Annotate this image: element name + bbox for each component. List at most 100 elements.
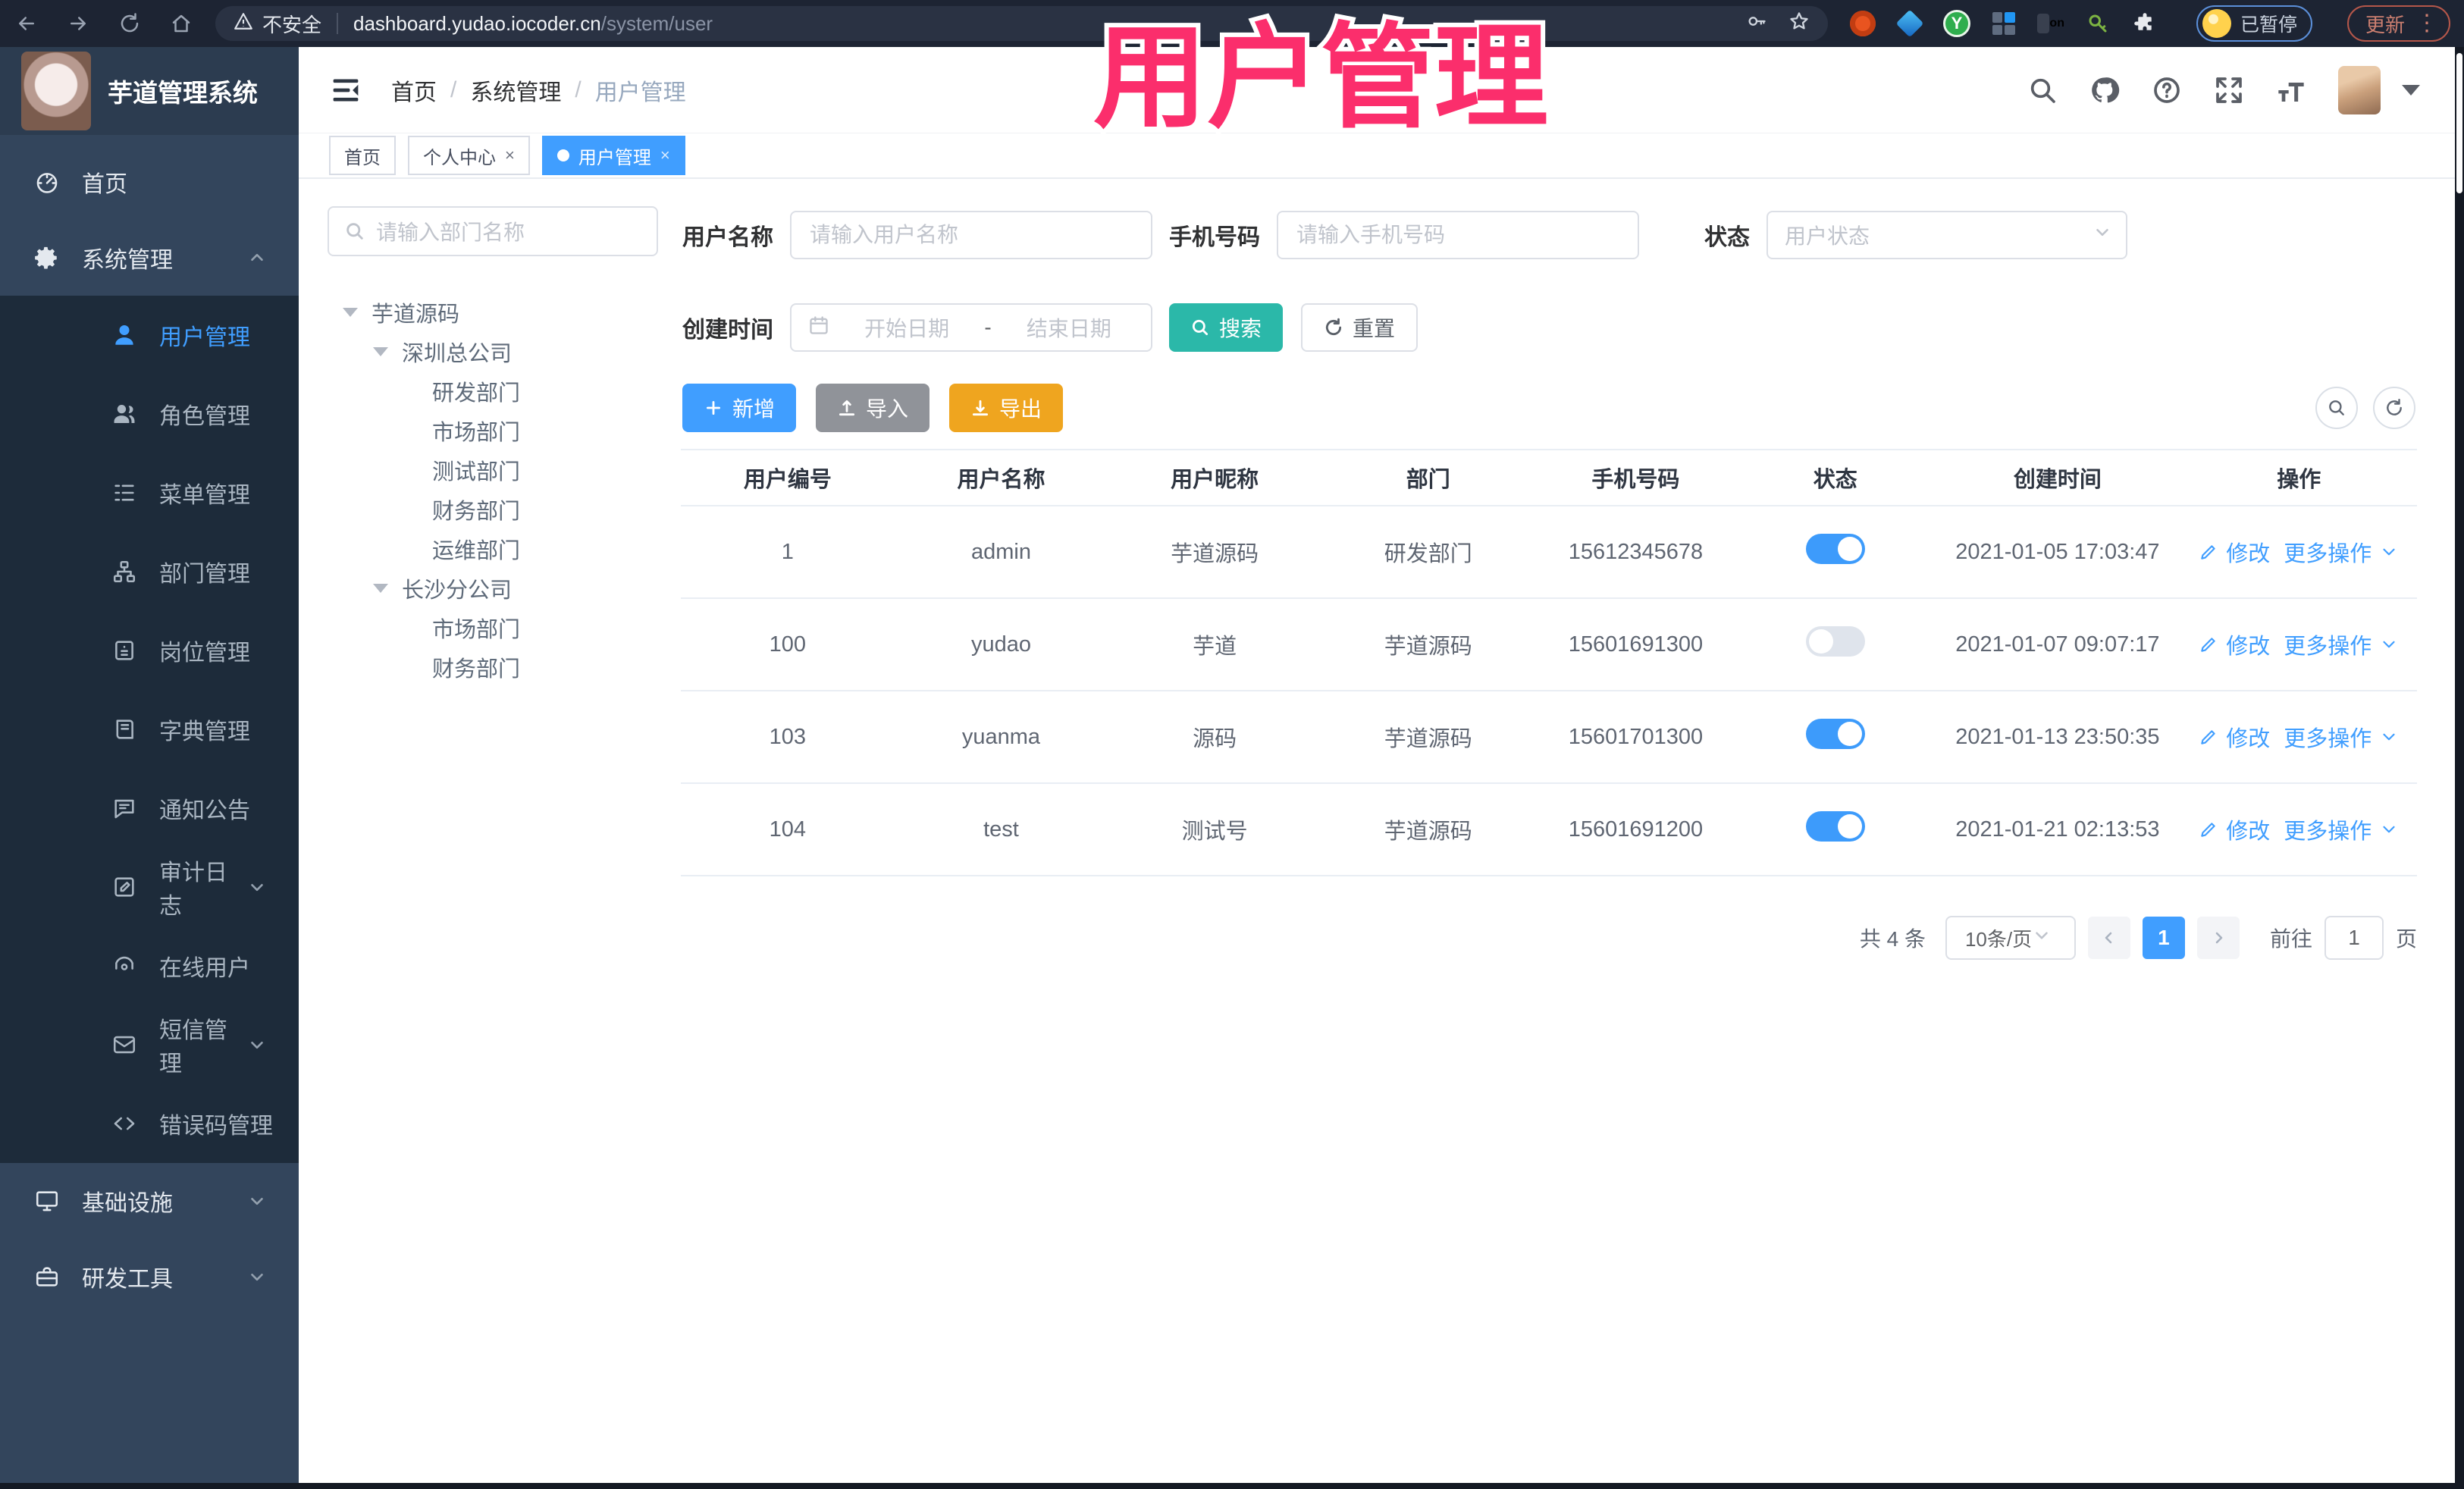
sidebar-item[interactable]: 岗位管理 <box>0 611 299 690</box>
tree-node[interactable]: 市场部门 <box>328 411 666 450</box>
user-avatar[interactable] <box>2338 65 2381 114</box>
tree-node[interactable]: 运维部门 <box>328 529 666 569</box>
extension-drop-icon[interactable] <box>1895 9 1924 38</box>
github-icon[interactable] <box>2089 75 2120 105</box>
tag-tab[interactable]: 用户管理 × <box>541 136 685 175</box>
sidebar-item[interactable]: 系统管理 <box>0 220 299 296</box>
font-size-icon[interactable] <box>2276 75 2306 105</box>
more-actions-link[interactable]: 更多操作 <box>2284 536 2372 568</box>
sidebar-item[interactable]: 部门管理 <box>0 532 299 611</box>
sidebar-item[interactable]: 在线用户 <box>0 926 299 1005</box>
sidebar-item[interactable]: 审计日志 <box>0 848 299 926</box>
status-toggle[interactable] <box>1805 811 1865 842</box>
extension-grid-icon[interactable] <box>1990 10 2017 37</box>
current-page-button[interactable]: 1 <box>2142 917 2185 959</box>
status-toggle[interactable] <box>1805 719 1865 749</box>
update-label[interactable]: 更新 <box>2365 10 2405 38</box>
more-actions-link[interactable]: 更多操作 <box>2284 721 2372 753</box>
status-toggle[interactable] <box>1805 626 1865 657</box>
extensions-puzzle-icon[interactable] <box>2131 10 2158 37</box>
back-icon[interactable] <box>14 11 39 36</box>
reload-icon[interactable] <box>117 11 143 36</box>
sidebar-item[interactable]: 研发工具 <box>0 1239 299 1315</box>
tree-node[interactable]: 测试部门 <box>328 450 666 490</box>
url-path[interactable]: /system/user <box>601 12 713 36</box>
scrollbar-thumb[interactable] <box>2456 53 2462 193</box>
edit-link[interactable]: 修改 <box>2226 721 2270 753</box>
status-toggle[interactable] <box>1805 534 1865 564</box>
breadcrumb-item[interactable]: 系统管理 <box>470 74 561 107</box>
tree-node[interactable]: 芋道源码 <box>328 293 666 332</box>
close-tab-icon[interactable]: × <box>505 146 515 165</box>
not-secure-label[interactable]: 不安全 <box>262 10 321 38</box>
tree-node[interactable]: 深圳总公司 <box>328 332 666 371</box>
extension-y-icon[interactable]: Y <box>1942 10 1970 37</box>
pagination: 共 4 条 10条/页 1 前往 1 页 <box>681 916 2417 960</box>
search-icon[interactable] <box>2027 75 2058 105</box>
date-range-input[interactable]: 开始日期 - 结束日期 <box>790 303 1152 352</box>
sidebar-item[interactable]: 字典管理 <box>0 690 299 769</box>
browser-update-chip[interactable]: 更新 ⋮ <box>2346 5 2450 42</box>
edit-link[interactable]: 修改 <box>2226 629 2270 660</box>
breadcrumb-item[interactable]: 用户管理 <box>595 74 686 107</box>
more-actions-link[interactable]: 更多操作 <box>2284 813 2372 845</box>
next-page-button[interactable] <box>2196 917 2240 959</box>
extension-on-icon[interactable]: on <box>2036 10 2064 37</box>
add-button[interactable]: 新增 <box>682 384 797 432</box>
extension-key-icon[interactable] <box>2084 10 2111 37</box>
extension-ubuntu-icon[interactable] <box>1849 10 1876 37</box>
page-size-select[interactable]: 10条/页 <box>1945 916 2076 960</box>
sidebar-item[interactable]: 用户管理 <box>0 296 299 375</box>
status-select[interactable]: 用户状态 <box>1766 211 2127 259</box>
not-secure-icon <box>234 11 253 36</box>
tag-tab[interactable]: 首页 <box>329 136 396 175</box>
reset-button[interactable]: 重置 <box>1301 303 1419 352</box>
sidebar-fold-icon[interactable] <box>329 75 362 105</box>
import-button[interactable]: 导入 <box>816 384 930 432</box>
password-key-icon[interactable] <box>1746 11 1767 37</box>
url-bar[interactable]: 不安全 dashboard.yudao.iocoder.cn /system/u… <box>215 6 1828 41</box>
help-icon[interactable] <box>2152 75 2182 105</box>
tree-node[interactable]: 财务部门 <box>328 490 666 529</box>
goto-page-input[interactable]: 1 <box>2324 916 2384 960</box>
tree-node[interactable]: 财务部门 <box>328 647 666 687</box>
sidebar-item[interactable]: 角色管理 <box>0 375 299 453</box>
close-tab-icon[interactable]: × <box>660 146 670 165</box>
avatar-caret-icon[interactable] <box>2402 84 2420 96</box>
refresh-table-button[interactable] <box>2373 387 2415 429</box>
search-button[interactable]: 搜索 <box>1169 303 1284 352</box>
profile-paused-chip[interactable]: 已暂停 <box>2196 5 2312 42</box>
export-button[interactable]: 导出 <box>949 384 1064 432</box>
tree-caret-icon[interactable] <box>373 584 402 593</box>
tree-caret-icon[interactable] <box>373 347 402 356</box>
bookmark-star-icon[interactable] <box>1788 11 1810 37</box>
forward-icon[interactable] <box>65 11 91 36</box>
calendar-icon <box>808 315 829 341</box>
url-host[interactable]: dashboard.yudao.iocoder.cn <box>353 12 601 36</box>
browser-menu-icon[interactable]: ⋮ <box>2415 12 2438 35</box>
edit-link[interactable]: 修改 <box>2226 536 2270 568</box>
sidebar-item[interactable]: 菜单管理 <box>0 453 299 532</box>
tree-node[interactable]: 市场部门 <box>328 608 666 647</box>
tag-tab[interactable]: 个人中心 × <box>408 136 530 175</box>
tree-node[interactable]: 研发部门 <box>328 371 666 411</box>
dept-search-input[interactable]: 请输入部门名称 <box>328 206 658 256</box>
tree-node[interactable]: 长沙分公司 <box>328 569 666 608</box>
more-actions-link[interactable]: 更多操作 <box>2284 629 2372 660</box>
prev-page-button[interactable] <box>2087 917 2130 959</box>
tree-caret-icon[interactable] <box>343 308 371 317</box>
mobile-input[interactable] <box>1277 211 1639 259</box>
scrollbar-track[interactable] <box>2455 47 2464 1483</box>
sidebar-item-label: 系统管理 <box>82 248 173 273</box>
breadcrumb-item[interactable]: 首页 <box>391 74 437 107</box>
toggle-search-button[interactable] <box>2315 387 2358 429</box>
sidebar-item[interactable]: 基础设施 <box>0 1163 299 1239</box>
sidebar-item[interactable]: 首页 <box>0 144 299 220</box>
username-input[interactable] <box>790 211 1152 259</box>
home-icon[interactable] <box>168 11 194 36</box>
edit-link[interactable]: 修改 <box>2226 813 2270 845</box>
sidebar-item[interactable]: 短信管理 <box>0 1005 299 1084</box>
sidebar-item[interactable]: 通知公告 <box>0 769 299 848</box>
sidebar-item[interactable]: 错误码管理 <box>0 1084 299 1163</box>
fullscreen-icon[interactable] <box>2214 75 2244 105</box>
